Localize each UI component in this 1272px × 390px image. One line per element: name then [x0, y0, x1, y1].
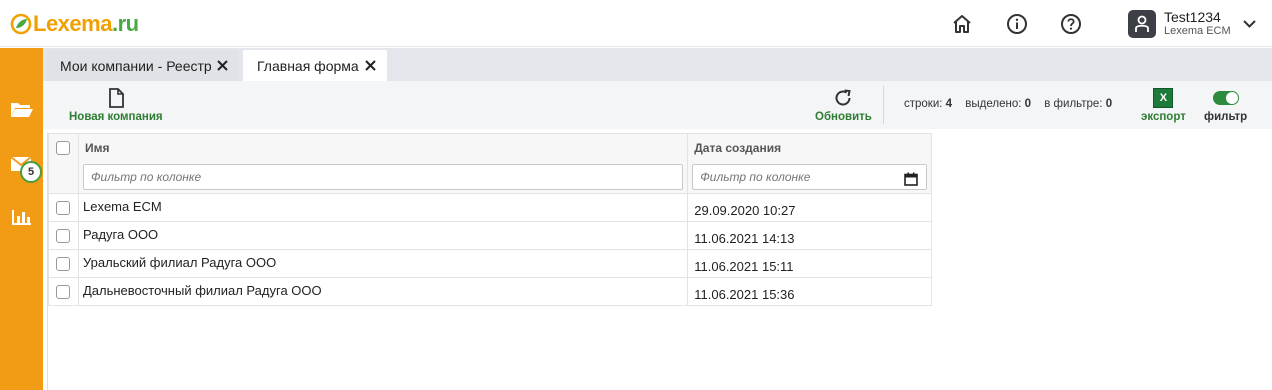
new-company-button[interactable]: Новая компания [69, 88, 163, 123]
selected-label: выделено: [965, 98, 1022, 110]
info-icon[interactable] [1006, 13, 1028, 35]
table-header: Имя Дата создания [48, 133, 932, 162]
user-org: Lexema ECM [1164, 25, 1231, 37]
cell-date: 11.06.2021 14:13 [687, 221, 932, 250]
tab-label: Главная форма [257, 57, 359, 74]
row-checkbox[interactable] [56, 228, 70, 243]
filtered-label: в фильтре: [1044, 98, 1103, 110]
logo-text: Lexema [33, 11, 112, 36]
toolbar-divider [883, 86, 884, 124]
table-row[interactable]: Дальневосточный филиал Радуга ООО 11.06.… [48, 277, 932, 306]
tab-bar: Мои компании - Реестр Главная форма [43, 48, 1272, 81]
top-header: Lexema.ru Test1234 Lexema ECM [0, 0, 1272, 47]
close-icon[interactable] [364, 59, 377, 72]
cell-name: Уральский филиал Радуга ООО [77, 249, 689, 278]
name-filter-input[interactable] [82, 164, 684, 191]
filter-row [48, 161, 932, 194]
user-menu[interactable]: Test1234 Lexema ECM [1128, 9, 1256, 38]
toolbar: Новая компания Обновить строки: 4 выделе… [43, 81, 1272, 129]
column-header-name[interactable]: Имя [77, 133, 689, 162]
filter-toggle[interactable]: фильтр [1204, 88, 1247, 123]
folder-icon[interactable] [9, 98, 35, 122]
chevron-down-icon[interactable] [1242, 19, 1256, 28]
filter-label: фильтр [1204, 111, 1248, 123]
refresh-label: Обновить [815, 111, 872, 123]
calendar-icon[interactable] [904, 172, 918, 187]
rows-count: 4 [945, 98, 953, 110]
close-icon[interactable] [216, 59, 229, 72]
tab-main-form[interactable]: Главная форма [243, 50, 387, 81]
date-filter-input[interactable] [692, 164, 927, 191]
tab-companies-registry[interactable]: Мои компании - Реестр [46, 50, 239, 81]
logo-domain: .ru [111, 11, 139, 36]
filtered-count: 0 [1105, 98, 1113, 110]
user-icon [1135, 15, 1149, 32]
cell-date: 11.06.2021 15:36 [687, 277, 932, 306]
chart-icon[interactable] [9, 205, 35, 229]
avatar [1128, 9, 1156, 38]
row-checkbox[interactable] [56, 256, 70, 271]
excel-icon: X [1153, 88, 1174, 108]
sidebar: 5 [0, 48, 43, 390]
rows-label: строки: [904, 98, 943, 110]
home-icon[interactable] [951, 13, 973, 35]
table-row[interactable]: Радуга ООО 11.06.2021 14:13 [48, 221, 932, 250]
new-company-label: Новая компания [69, 111, 163, 123]
tab-label: Мои компании - Реестр [60, 57, 212, 74]
row-stats: строки: 4 выделено: 0 в фильтре: 0 [904, 98, 1122, 110]
help-icon[interactable] [1060, 13, 1082, 35]
refresh-icon [835, 89, 852, 106]
user-name: Test1234 [1164, 9, 1221, 25]
new-document-icon [108, 88, 124, 108]
filter-switch[interactable] [1212, 91, 1239, 105]
table-row[interactable]: Уральский филиал Радуга ООО 11.06.2021 1… [48, 249, 932, 278]
logo[interactable]: Lexema.ru [10, 11, 139, 37]
column-header-date[interactable]: Дата создания [687, 133, 932, 162]
cell-name: Радуга ООО [77, 221, 689, 250]
cell-name: Lexema ECM [77, 193, 689, 222]
export-label: экспорт [1141, 111, 1186, 123]
export-button[interactable]: X экспорт [1141, 88, 1186, 123]
companies-table: Имя Дата создания Lexema ECM 29.09.20 [48, 133, 932, 306]
table-row[interactable]: Lexema ECM 29.09.2020 10:27 [48, 193, 932, 222]
grid-area: Имя Дата создания Lexema ECM 29.09.20 [47, 133, 1272, 390]
row-checkbox[interactable] [56, 284, 70, 299]
select-all-checkbox[interactable] [56, 140, 70, 155]
mail-count-badge: 5 [20, 161, 42, 183]
cell-date: 11.06.2021 15:11 [687, 249, 932, 278]
cell-name: Дальневосточный филиал Радуга ООО [77, 277, 689, 306]
selected-count: 0 [1024, 98, 1032, 110]
refresh-button[interactable]: Обновить [815, 88, 872, 123]
cell-date: 29.09.2020 10:27 [687, 193, 932, 222]
logo-leaf-icon [10, 13, 32, 35]
row-checkbox[interactable] [56, 200, 70, 215]
